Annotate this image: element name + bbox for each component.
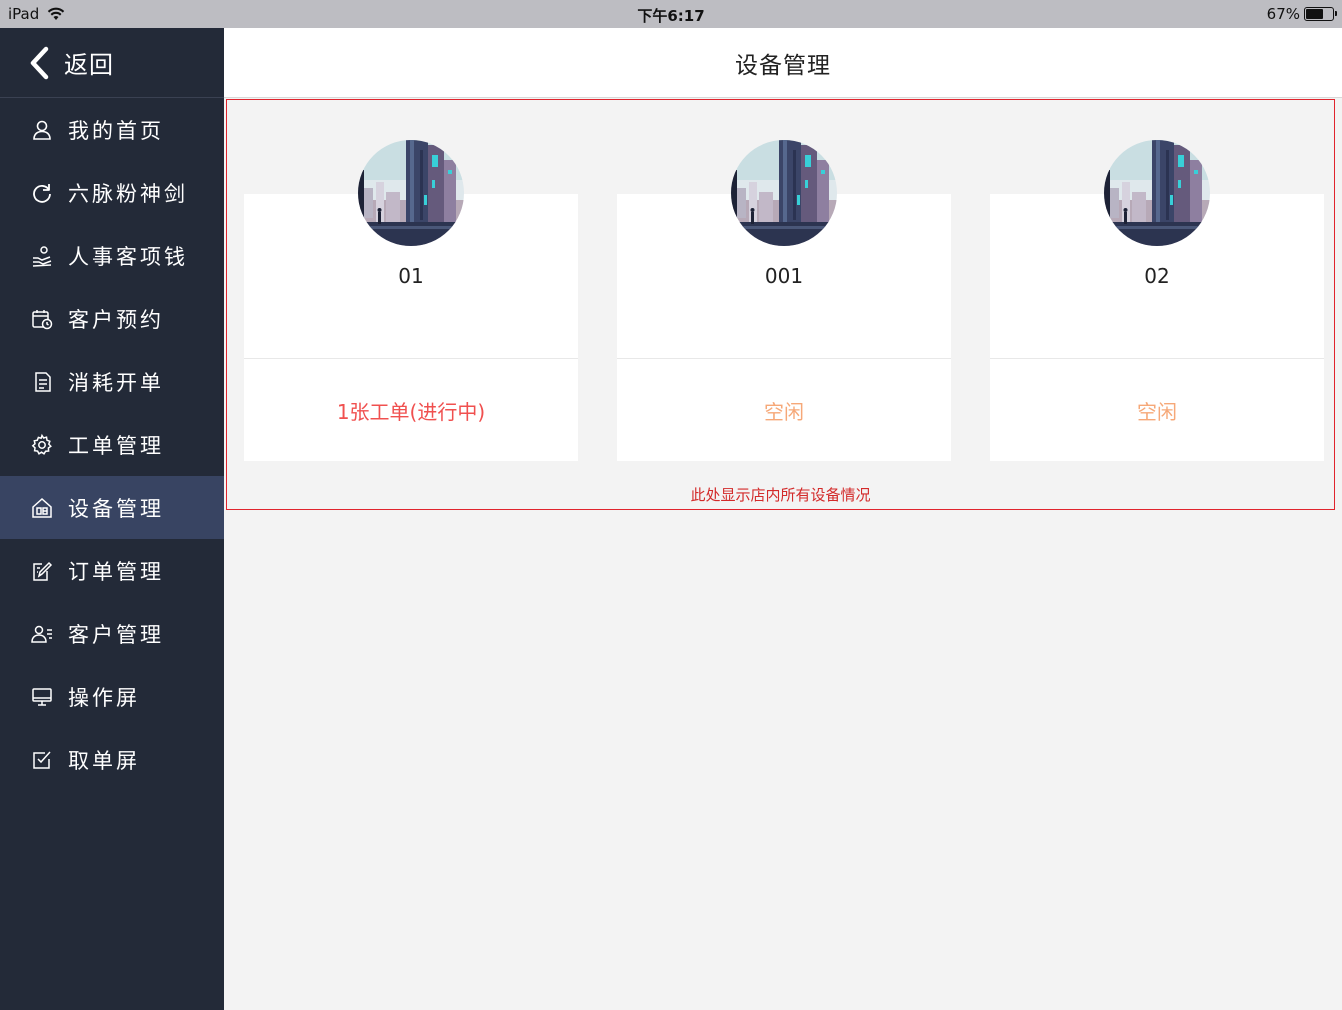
refresh-icon	[33, 183, 51, 203]
sidebar-item-label: 消耗开单	[68, 370, 164, 395]
sidebar-item-label: 操作屏	[68, 685, 140, 710]
sidebar-item-consume[interactable]: 消耗开单	[0, 350, 224, 413]
sidebar-item-label: 六脉粉神剑	[68, 181, 188, 206]
battery-fill	[1306, 9, 1324, 19]
device-status[interactable]: 空闲	[617, 359, 951, 461]
sidebar-item-customers[interactable]: 客户管理	[0, 602, 224, 665]
user-list-icon	[31, 625, 52, 643]
device-image	[358, 140, 464, 246]
battery-icon	[1304, 7, 1337, 21]
sidebar-item-label: 订单管理	[68, 559, 164, 584]
device-image	[1104, 140, 1210, 246]
sidebar-item-renshi[interactable]: 人事客项钱	[0, 224, 224, 287]
sidebar-item-label: 设备管理	[68, 496, 164, 521]
sidebar-item-appointment[interactable]: 客户预约	[0, 287, 224, 350]
gear-icon	[31, 433, 52, 455]
user-icon	[33, 120, 51, 140]
sidebar-item-device[interactable]: 设备管理	[0, 476, 224, 539]
device-panel-note: 此处显示店内所有设备情况	[690, 486, 871, 504]
page-header: 设备管理	[224, 28, 1342, 98]
sidebar-item-liumai[interactable]: 六脉粉神剑	[0, 161, 224, 224]
sidebar-item-workorder[interactable]: 工单管理	[0, 413, 224, 476]
sidebar-item-label: 人事客项钱	[68, 244, 188, 269]
device-name: 02	[1144, 264, 1170, 288]
calendar-clock-icon	[32, 309, 53, 329]
sidebar-item-label: 客户预约	[68, 307, 164, 332]
status-time: 下午6:17	[637, 7, 705, 25]
sidebar-item-orders[interactable]: 订单管理	[0, 539, 224, 602]
chevron-left-icon	[30, 46, 49, 79]
document-icon	[35, 371, 51, 392]
checkbox-icon	[33, 750, 51, 769]
device-home-icon	[32, 497, 52, 518]
device-list-panel: 01 1张工单(进行中) 001 空闲 02 空闲 此处显示店内所有设备情况	[226, 99, 1335, 510]
battery-percent: 67%	[1266, 5, 1300, 23]
device-avatar	[731, 140, 837, 246]
device-status[interactable]: 空闲	[990, 359, 1324, 461]
sidebar-item-home[interactable]: 我的首页	[0, 98, 224, 161]
page-title: 设备管理	[735, 52, 831, 79]
edit-note-icon	[33, 561, 53, 581]
device-name: 001	[764, 264, 804, 288]
device-name: 01	[398, 264, 424, 288]
back-label: 返回	[64, 51, 114, 79]
device-avatar	[1104, 140, 1210, 246]
monitor-icon	[32, 687, 52, 706]
device-image	[731, 140, 837, 246]
sidebar-item-operation-screen[interactable]: 操作屏	[0, 665, 224, 728]
sidebar-item-label: 取单屏	[68, 748, 140, 773]
sidebar: 返回 我的首页 六脉粉神剑 人事客项钱 客户预约 消耗开单 工单管理 设备管理 …	[0, 28, 224, 1010]
status-right: 67%	[1266, 5, 1337, 23]
device-avatar	[358, 140, 464, 246]
status-bar: iPad 下午6:17 67%	[0, 0, 1342, 28]
sidebar-item-pickup-screen[interactable]: 取单屏	[0, 728, 224, 791]
sidebar-item-label: 工单管理	[68, 433, 164, 458]
sidebar-item-label: 我的首页	[68, 118, 164, 143]
sidebar-menu: 我的首页 六脉粉神剑 人事客项钱 客户预约 消耗开单 工单管理 设备管理 订单管…	[0, 98, 224, 791]
back-button[interactable]: 返回	[0, 28, 224, 98]
hand-coins-icon	[32, 245, 52, 267]
sidebar-item-label: 客户管理	[68, 622, 164, 647]
device-status[interactable]: 1张工单(进行中)	[244, 359, 578, 461]
